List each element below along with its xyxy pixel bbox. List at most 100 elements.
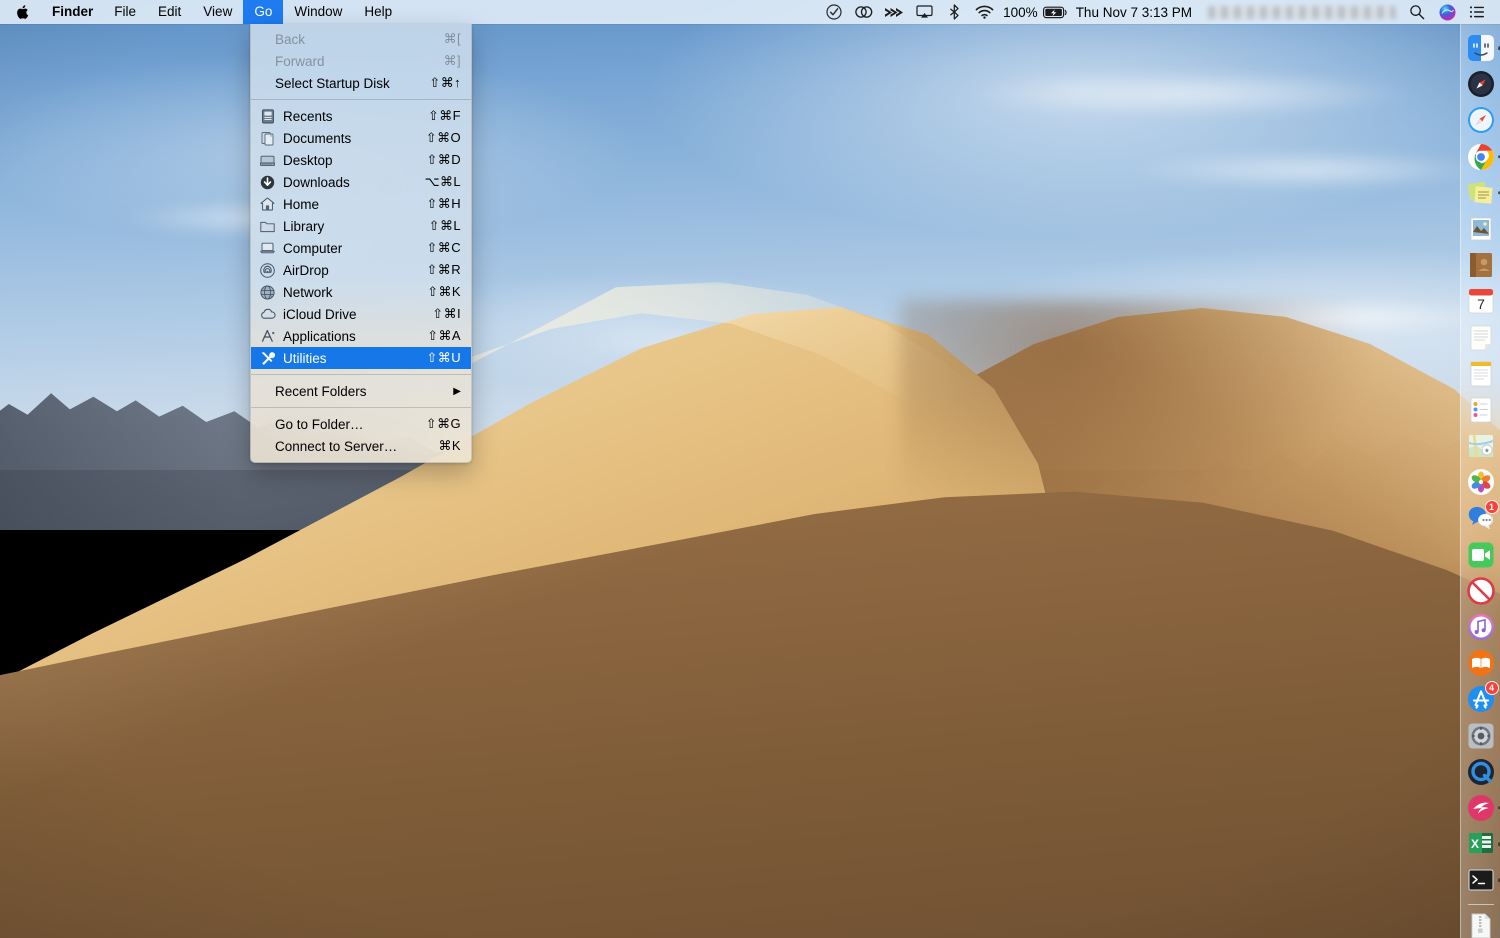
- notification-center-icon[interactable]: [1462, 0, 1492, 24]
- menu-item-shortcut: ⇧⌘R: [427, 262, 461, 278]
- sketch-icon: [1466, 793, 1496, 823]
- dock-item-maps[interactable]: [1465, 430, 1497, 462]
- go-menu-dropdown[interactable]: Back ⌘[ Forward ⌘] Select Startup Disk ⇧…: [250, 24, 472, 463]
- menu-bar-item-go[interactable]: Go: [243, 0, 283, 24]
- dropbox-check-icon[interactable]: [819, 0, 849, 24]
- desktop[interactable]: Finder File Edit View Go Window Help: [0, 0, 1500, 938]
- icloud-drive-icon: [259, 306, 276, 322]
- menu-item-airdrop[interactable]: AirDrop ⇧⌘R: [251, 259, 471, 281]
- menu-item-home[interactable]: Home ⇧⌘H: [251, 193, 471, 215]
- menu-bar-item-edit[interactable]: Edit: [147, 0, 192, 24]
- quicktime-player-icon: [1466, 757, 1496, 787]
- menu-item-recent-folders[interactable]: Recent Folders ▶: [251, 380, 471, 402]
- menu-item-network[interactable]: Network ⇧⌘K: [251, 281, 471, 303]
- menu-item-shortcut: ⇧⌘C: [427, 240, 461, 256]
- dock-item-finder[interactable]: [1465, 32, 1497, 64]
- siri-icon[interactable]: [1432, 0, 1462, 24]
- reminders-icon: [1466, 395, 1496, 425]
- dock-item-photos[interactable]: [1465, 466, 1497, 498]
- menu-item-icloud-drive[interactable]: iCloud Drive ⇧⌘I: [251, 303, 471, 325]
- battery-charging-icon[interactable]: [1042, 0, 1070, 24]
- utilities-icon: [259, 350, 276, 366]
- dock-item-microsoft-excel[interactable]: X: [1465, 828, 1497, 860]
- menu-item-label: Go to Folder…: [275, 417, 412, 432]
- menu-bar-item-file[interactable]: File: [103, 0, 147, 24]
- documents-icon: [259, 130, 276, 146]
- blocked-app-icon: [1466, 576, 1496, 606]
- menu-item-utilities[interactable]: Utilities ⇧⌘U: [251, 347, 471, 369]
- dock-item-preview[interactable]: [1465, 213, 1497, 245]
- dock-item-system-preferences[interactable]: [1465, 720, 1497, 752]
- dock-item-safari-technology-preview[interactable]: [1465, 68, 1497, 100]
- desktop-icon: [259, 152, 276, 168]
- dock-item-notes[interactable]: [1465, 322, 1497, 354]
- menu-item-back[interactable]: Back ⌘[: [251, 28, 471, 50]
- apple-menu[interactable]: [0, 0, 42, 24]
- menu-bar-status-area[interactable]: 100% Thu Nov 7 3:13 PM: [819, 0, 1500, 24]
- menu-item-desktop[interactable]: Desktop ⇧⌘D: [251, 149, 471, 171]
- menu-item-label: Forward: [275, 54, 430, 69]
- menu-bar-item-help[interactable]: Help: [353, 0, 403, 24]
- dock-item-facetime[interactable]: [1465, 539, 1497, 571]
- dock-item-quicktime-player[interactable]: [1465, 756, 1497, 788]
- wifi-icon[interactable]: [969, 0, 999, 24]
- cloud-wisp: [1120, 150, 1500, 190]
- dock-item-google-chrome[interactable]: [1465, 141, 1497, 173]
- menu-item-shortcut: ⌘[: [444, 31, 461, 47]
- dock-item-ibooks[interactable]: [1465, 647, 1497, 679]
- menu-item-shortcut: ⇧⌘O: [426, 130, 461, 146]
- dock-item-stickies[interactable]: [1465, 177, 1497, 209]
- dock-item-messages[interactable]: 1: [1465, 502, 1497, 534]
- menu-item-label: Select Startup Disk: [275, 76, 415, 91]
- menu-bar-item-window[interactable]: Window: [283, 0, 353, 24]
- search-icon[interactable]: [1402, 0, 1432, 24]
- menu-item-go-to-folder[interactable]: Go to Folder… ⇧⌘G: [251, 413, 471, 435]
- menu-item-downloads[interactable]: Downloads ⌥⌘L: [251, 171, 471, 193]
- menu-item-label: AirDrop: [283, 263, 413, 278]
- airmail-arrows-icon[interactable]: [879, 0, 909, 24]
- menu-item-forward[interactable]: Forward ⌘]: [251, 50, 471, 72]
- dock-item-contacts[interactable]: [1465, 249, 1497, 281]
- dock-item-calendar[interactable]: 7: [1465, 285, 1497, 317]
- dock-item-zip-file[interactable]: [1465, 910, 1497, 938]
- menu-item-shortcut: ⇧⌘L: [429, 218, 461, 234]
- battery-percent-label: 100%: [999, 5, 1042, 20]
- menu-item-connect-to-server[interactable]: Connect to Server… ⌘K: [251, 435, 471, 457]
- dock-item-textedit[interactable]: [1465, 358, 1497, 390]
- creative-cloud-icon[interactable]: [849, 0, 879, 24]
- menu-item-select-startup-disk[interactable]: Select Startup Disk ⇧⌘↑: [251, 72, 471, 94]
- facetime-icon: [1466, 540, 1496, 570]
- bluetooth-icon[interactable]: [939, 0, 969, 24]
- preview-icon: [1466, 214, 1496, 244]
- dock-item-sketch[interactable]: [1465, 792, 1497, 824]
- menu-item-shortcut: ⇧⌘K: [427, 284, 461, 300]
- menu-item-applications[interactable]: Applications ⇧⌘A: [251, 325, 471, 347]
- computer-icon: [259, 240, 276, 256]
- dock[interactable]: 7: [1460, 24, 1500, 938]
- menu-separator: [251, 99, 471, 100]
- menu-bar-app-menus[interactable]: Finder File Edit View Go Window Help: [0, 0, 403, 24]
- apple-logo-icon: [15, 4, 29, 20]
- menu-item-shortcut: ⇧⌘F: [428, 108, 461, 124]
- dock-item-safari[interactable]: [1465, 104, 1497, 136]
- menu-item-label: Home: [283, 197, 413, 212]
- system-preferences-icon: [1466, 721, 1496, 751]
- calendar-day-number: 7: [1477, 296, 1485, 312]
- dock-item-terminal[interactable]: [1465, 864, 1497, 896]
- menu-item-recents[interactable]: Recents ⇧⌘F: [251, 105, 471, 127]
- downloads-icon: [259, 174, 276, 190]
- airplay-display-icon[interactable]: [909, 0, 939, 24]
- dock-item-blocked-app[interactable]: [1465, 575, 1497, 607]
- dock-item-app-store[interactable]: 4: [1465, 683, 1497, 715]
- menu-item-computer[interactable]: Computer ⇧⌘C: [251, 237, 471, 259]
- menu-item-library[interactable]: Library ⇧⌘L: [251, 215, 471, 237]
- redacted-user-field: [1208, 6, 1396, 19]
- dock-item-reminders[interactable]: [1465, 394, 1497, 426]
- safari-icon: [1466, 105, 1496, 135]
- menu-item-documents[interactable]: Documents ⇧⌘O: [251, 127, 471, 149]
- menu-bar-clock[interactable]: Thu Nov 7 3:13 PM: [1070, 5, 1202, 20]
- menu-bar-item-view[interactable]: View: [192, 0, 243, 24]
- menu-bar-item-finder[interactable]: Finder: [42, 0, 103, 24]
- dock-item-itunes[interactable]: [1465, 611, 1497, 643]
- menu-bar[interactable]: Finder File Edit View Go Window Help: [0, 0, 1500, 24]
